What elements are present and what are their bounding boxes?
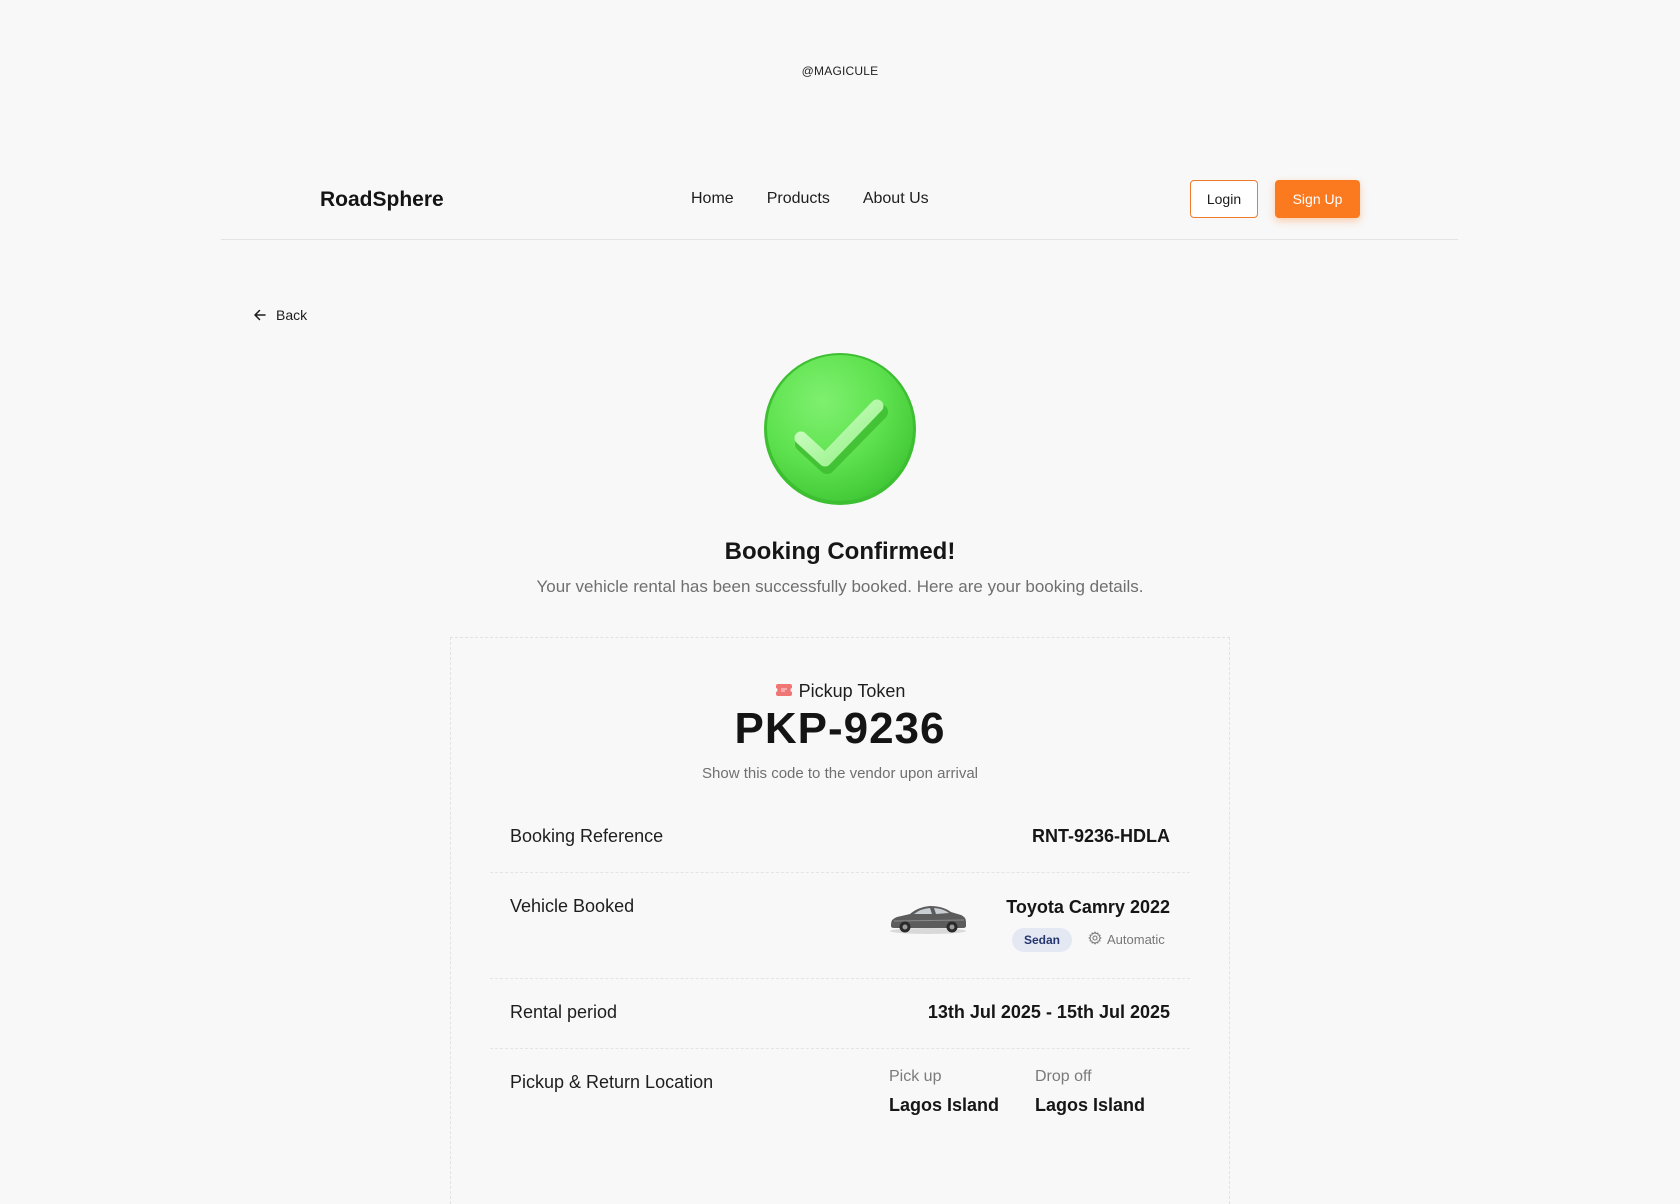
signup-button[interactable]: Sign Up <box>1275 180 1360 218</box>
navbar: RoadSphere Home Products About Us Login … <box>221 176 1458 240</box>
vehicle-transmission: Automatic <box>1088 931 1165 948</box>
vehicle-name: Toyota Camry 2022 <box>1006 897 1170 917</box>
rental-period-value: 13th Jul 2025 - 15th Jul 2025 <box>927 1002 1170 1022</box>
rental-period-row: Rental period 13th Jul 2025 - 15th Jul 2… <box>490 978 1190 1049</box>
arrow-left-icon <box>253 308 267 322</box>
pickup-location-label: Pick up <box>889 1068 942 1085</box>
booking-reference-label: Booking Reference <box>510 826 664 846</box>
booking-details-card: Pickup Token PKP-9236 Show this code to … <box>450 637 1230 1204</box>
vehicle-transmission-label: Automatic <box>1107 932 1165 947</box>
dropoff-location-label: Drop off <box>1035 1068 1092 1085</box>
car-image <box>888 900 968 936</box>
back-label: Back <box>276 307 308 323</box>
pickup-location: Pick up Lagos Island <box>889 1068 999 1116</box>
login-button[interactable]: Login <box>1190 180 1258 218</box>
nav-links: Home Products About Us <box>691 190 929 208</box>
gear-icon <box>1088 931 1102 948</box>
dropoff-location: Drop off Lagos Island <box>1035 1068 1145 1116</box>
dropoff-location-value: Lagos Island <box>1035 1095 1146 1115</box>
location-row: Pickup & Return Location Pick up Lagos I… <box>490 1048 1190 1138</box>
nav-link-products[interactable]: Products <box>767 190 830 208</box>
nav-link-about-us[interactable]: About Us <box>863 190 929 208</box>
booking-reference-value: RNT-9236-HDLA <box>1031 826 1170 846</box>
pickup-token-hint: Show this code to the vendor upon arriva… <box>702 765 978 782</box>
back-link[interactable]: Back <box>253 307 307 323</box>
rental-period-label: Rental period <box>510 1002 618 1022</box>
pickup-location-value: Lagos Island <box>889 1095 1000 1115</box>
booking-reference-row: Booking Reference RNT-9236-HDLA <box>490 802 1190 873</box>
vehicle-category-badge: Sedan <box>1012 928 1072 952</box>
nav-link-home[interactable]: Home <box>691 190 734 208</box>
brand-logo[interactable]: RoadSphere <box>320 188 444 212</box>
pickup-token-value: PKP-9236 <box>734 704 946 753</box>
location-label: Pickup & Return Location <box>510 1072 714 1092</box>
watermark: @MAGICULE <box>801 64 879 78</box>
ticket-icon <box>775 681 793 702</box>
check-circle-icon <box>763 352 917 506</box>
pickup-token-label: Pickup Token <box>798 681 906 701</box>
vehicle-booked-row: Vehicle Booked Toyota Camry 2022 Sedan A… <box>490 872 1190 979</box>
page-subtitle: Your vehicle rental has been successfull… <box>536 577 1144 596</box>
page-title: Booking Confirmed! <box>724 538 956 565</box>
pickup-token-heading: Pickup Token <box>451 681 1229 702</box>
vehicle-booked-label: Vehicle Booked <box>510 896 635 916</box>
